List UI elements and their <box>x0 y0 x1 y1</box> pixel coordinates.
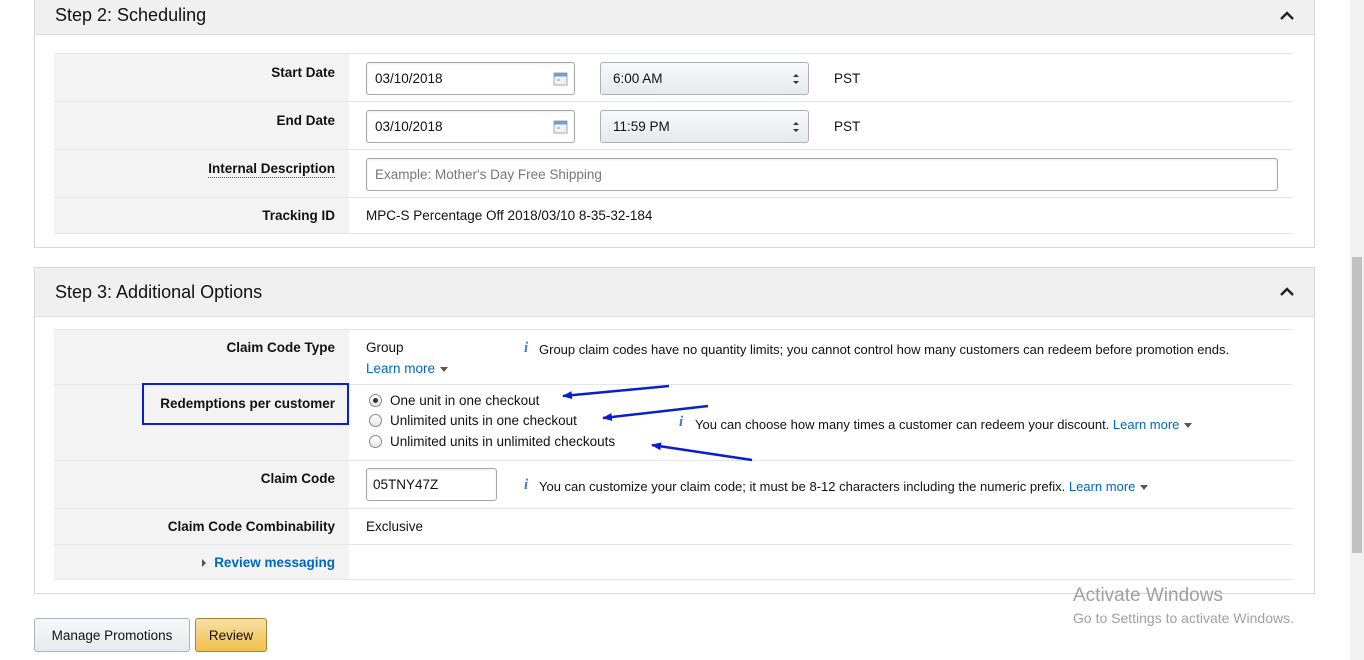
arrow-to-option-1 <box>562 384 670 400</box>
manage-promotions-label: Manage Promotions <box>51 627 173 643</box>
review-button-label: Review <box>208 627 254 643</box>
scrollbar-thumb[interactable] <box>1352 257 1362 553</box>
activate-windows-title: Activate Windows <box>1073 585 1223 606</box>
annotation-arrows <box>562 384 753 462</box>
review-button[interactable]: Review <box>195 618 267 652</box>
arrow-to-option-2 <box>602 404 709 421</box>
activate-windows-subtitle: Go to Settings to activate Windows. <box>1073 610 1294 626</box>
vertical-scrollbar[interactable] <box>1350 0 1364 660</box>
arrow-to-option-3 <box>651 442 753 462</box>
manage-promotions-button[interactable]: Manage Promotions <box>34 618 190 652</box>
